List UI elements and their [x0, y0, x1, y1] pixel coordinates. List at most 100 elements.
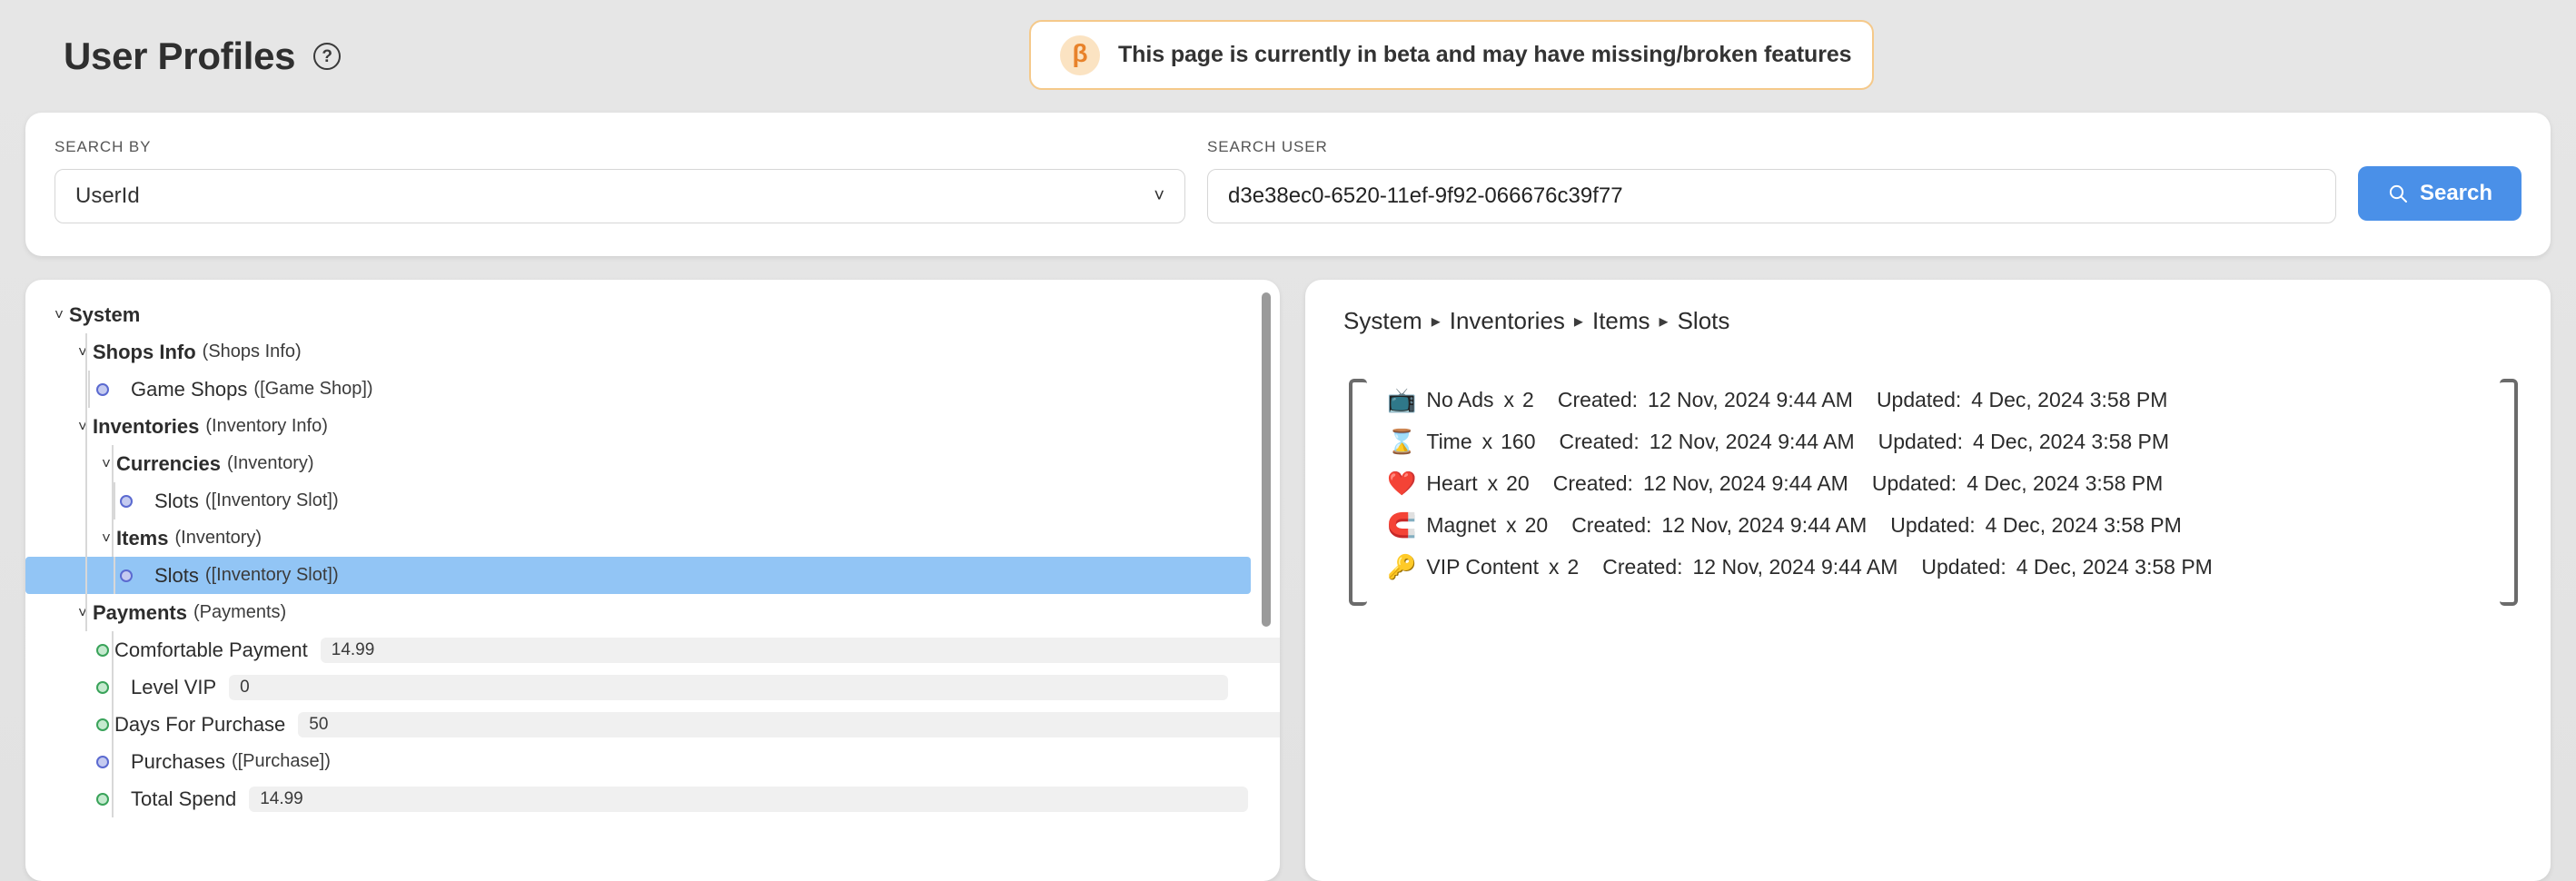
item-row[interactable]: ❤️ Heart x 20 Created: 12 Nov, 2024 9:44 AM Up… [1387, 462, 2494, 504]
item-quantity: 20 [1506, 470, 1530, 495]
tree-node-type: (Inventory) [174, 528, 263, 548]
tree-node-level-vip[interactable]: Level VIP 0 [25, 668, 1280, 706]
profile-tree: ˅ System ˅ Shops Info (Shops Info) Game Shops… [25, 296, 1280, 817]
item-created-value: 12 Nov, 2024 9:44 AM [1649, 429, 1855, 453]
tree-node-type: (Payments) [193, 602, 287, 622]
item-row[interactable]: 📺 No Ads x 2 Created: 12 Nov, 2024 9:44 AM Upd… [1387, 379, 2494, 421]
item-created-label: Created: [1552, 470, 1633, 495]
tree-node-label: Payments [93, 600, 187, 624]
tree-node-value[interactable]: 14.99 [249, 786, 1249, 812]
tree-node-inventories[interactable]: ˅ Inventories (Inventory Info) [25, 408, 1280, 445]
tree-node-items[interactable]: ˅ Items (Inventory) [25, 520, 1280, 557]
tree-node-value[interactable]: 50 [298, 711, 1280, 737]
item-updated-value: 4 Dec, 2024 3:58 PM [1967, 470, 2164, 495]
chevron-down-icon[interactable]: ˅ [49, 307, 69, 322]
tree-node-slots[interactable]: Slots ([Inventory Slot]) [25, 557, 1251, 594]
chevron-down-icon[interactable]: ˅ [96, 456, 116, 471]
tree-node-value[interactable]: 14.99 [320, 637, 1280, 663]
tree-node-days-for-purchase[interactable]: Days For Purchase 50 [25, 706, 1280, 743]
item-name: Time [1426, 429, 1472, 453]
tree-node-purchases[interactable]: Purchases ([Purchase]) [25, 743, 1280, 780]
value-bullet-icon [96, 718, 109, 731]
breadcrumb: System ▸ Inventories ▸ Items ▸ Slots [1338, 307, 2518, 335]
item-name: No Ads [1426, 387, 1494, 411]
tree-node-slots[interactable]: Slots ([Inventory Slot]) [25, 482, 1280, 520]
object-bullet-icon [120, 494, 133, 508]
tree-guide-line [85, 333, 87, 631]
search-user-input[interactable] [1207, 169, 2336, 223]
object-bullet-icon [96, 382, 109, 396]
tree-node-label: Inventories [93, 414, 200, 438]
value-bullet-icon [96, 643, 109, 657]
item-quantity: 160 [1501, 429, 1536, 453]
item-row[interactable]: 🧲 Magnet x 20 Created: 12 Nov, 2024 9:44 AM Up… [1387, 504, 2494, 546]
items-array: 📺 No Ads x 2 Created: 12 Nov, 2024 9:44 AM Upd… [1349, 359, 2518, 626]
search-by-select[interactable]: UserId ˅ [54, 169, 1185, 223]
item-updated-value: 4 Dec, 2024 3:58 PM [1972, 429, 2170, 453]
item-updated-value: 4 Dec, 2024 3:58 PM [2016, 554, 2213, 579]
item-updated-label: Updated: [1876, 387, 1962, 411]
tree-node-total-spend[interactable]: Total Spend 14.99 [25, 780, 1280, 817]
beta-banner: β This page is currently in beta and may… [1029, 20, 1874, 90]
tree-node-label: Days For Purchase [114, 712, 286, 736]
breadcrumb-separator-icon: ▸ [1573, 312, 1583, 332]
search-button-label: Search [2419, 181, 2493, 205]
tree-node-payments[interactable]: ˅ Payments (Payments) [25, 594, 1280, 631]
item-created-value: 12 Nov, 2024 9:44 AM [1648, 387, 1853, 411]
search-user-label: SEARCH USER [1207, 138, 1328, 155]
search-button[interactable]: Search [2358, 166, 2522, 221]
tree-node-game-shops[interactable]: Game Shops ([Game Shop]) [25, 371, 1280, 408]
item-updated-label: Updated: [1921, 554, 2006, 579]
chevron-down-icon[interactable]: ˅ [73, 419, 93, 434]
item-created-label: Created: [1559, 429, 1640, 453]
key-icon: 🔑 [1387, 553, 1417, 580]
item-quantity: 20 [1524, 512, 1549, 537]
tree-guide-line [114, 482, 115, 520]
item-multiplier: x [1548, 554, 1560, 579]
chevron-down-icon[interactable]: ˅ [73, 344, 93, 360]
search-by-field: SEARCH BY UserId ˅ [54, 138, 1185, 223]
tree-node-currencies[interactable]: ˅ Currencies (Inventory) [25, 445, 1280, 482]
tree-node-comfortable-payment[interactable]: Comfortable Payment 14.99 [25, 631, 1280, 668]
tree-node-label: Game Shops [131, 377, 248, 401]
item-multiplier: x [1506, 512, 1517, 537]
tree-node-label: Slots [154, 563, 199, 587]
tree-node-type: ([Inventory Slot]) [204, 490, 339, 510]
search-by-value: UserId [75, 183, 140, 208]
search-icon [2389, 184, 2407, 203]
item-row[interactable]: ⌛ Time x 160 Created: 12 Nov, 2024 9:44 AM Upd… [1387, 421, 2494, 462]
tree-node-type: (Inventory) [226, 453, 314, 473]
breadcrumb-item-items[interactable]: Items [1592, 307, 1650, 335]
tree-node-label: Currencies [116, 451, 221, 475]
chevron-down-icon: ˅ [1154, 186, 1164, 206]
bracket-open-icon [1349, 379, 1367, 606]
tree-node-label: Purchases [131, 749, 225, 773]
tree-node-value[interactable]: 0 [229, 674, 1229, 700]
heart-icon: ❤️ [1387, 470, 1417, 497]
chevron-down-icon[interactable]: ˅ [96, 530, 116, 546]
tree-scrollbar[interactable] [1262, 292, 1271, 872]
page-header: User Profiles ? β This page is currently… [0, 0, 2576, 113]
item-quantity: 2 [1567, 554, 1580, 579]
magnet-icon: 🧲 [1387, 511, 1417, 539]
profile-tree-panel: ˅ System ˅ Shops Info (Shops Info) Game Shops… [25, 280, 1280, 881]
detail-panel: System ▸ Inventories ▸ Items ▸ Slots 📺 No Ads x 2… [1305, 280, 2551, 881]
tree-node-label: Total Spend [131, 787, 237, 810]
tree-guide-line [88, 371, 90, 408]
breadcrumb-item-inventories[interactable]: Inventories [1450, 307, 1565, 335]
tree-scrollbar-thumb[interactable] [1262, 292, 1271, 627]
item-created-value: 12 Nov, 2024 9:44 AM [1661, 512, 1868, 537]
no-ads-icon: 📺 [1387, 386, 1417, 413]
tree-node-label: Comfortable Payment [114, 638, 308, 661]
tree-node-shops-info[interactable]: ˅ Shops Info (Shops Info) [25, 333, 1280, 371]
item-name: Heart [1426, 470, 1478, 495]
chevron-down-icon[interactable]: ˅ [73, 605, 93, 620]
breadcrumb-item-system[interactable]: System [1343, 307, 1422, 335]
breadcrumb-item-slots[interactable]: Slots [1678, 307, 1730, 335]
question-circle-icon[interactable]: ? [313, 43, 342, 70]
item-created-value: 12 Nov, 2024 9:44 AM [1692, 554, 1898, 579]
beta-banner-text: This page is currently in beta and may h… [1118, 42, 1852, 67]
item-row[interactable]: 🔑 VIP Content x 2 Created: 12 Nov, 2024 9:44 … [1387, 546, 2494, 588]
breadcrumb-separator-icon: ▸ [1431, 312, 1441, 332]
tree-node-system[interactable]: ˅ System [25, 296, 1280, 333]
